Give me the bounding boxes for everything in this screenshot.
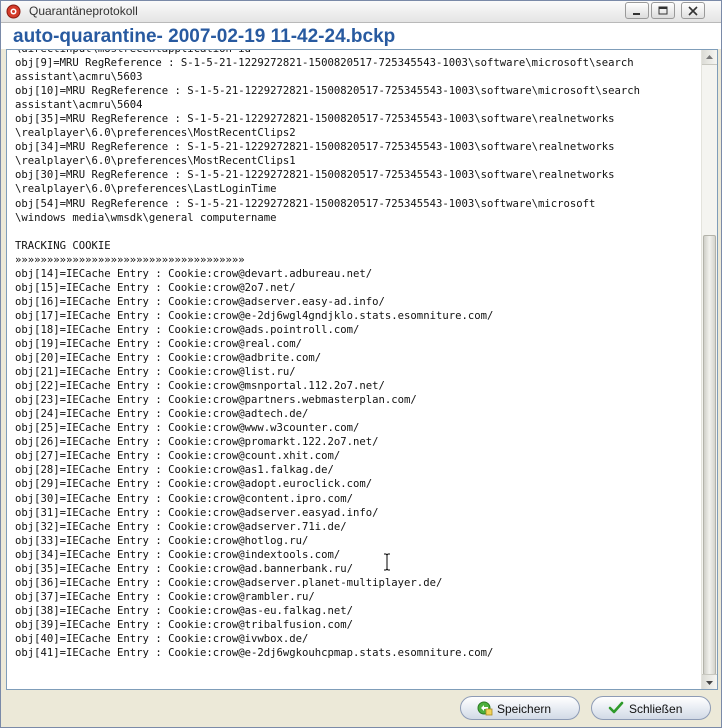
log-line: obj[20]=IECache Entry : Cookie:crow@adbr… (15, 352, 322, 365)
log-line: obj[36]=IECache Entry : Cookie:crow@adse… (15, 576, 443, 589)
log-line: \directinput\mostrecentapplication id (15, 49, 251, 55)
log-line: obj[41]=IECache Entry : Cookie:crow@e-2d… (15, 647, 494, 660)
text-cursor-icon (384, 553, 390, 571)
log-line: \realplayer\6.0\preferences\MostRecentCl… (15, 155, 296, 168)
document-title: auto-quarantine- 2007-02-19 11-42-24.bck… (13, 26, 396, 47)
minimize-icon (633, 13, 640, 15)
log-line: obj[16]=IECache Entry : Cookie:crow@adse… (15, 295, 385, 308)
log-line: obj[28]=IECache Entry : Cookie:crow@as1.… (15, 464, 334, 477)
log-line: obj[35]=MRU RegReference : S-1-5-21-1229… (15, 113, 615, 126)
log-line: obj[18]=IECache Entry : Cookie:crow@ads.… (15, 323, 360, 336)
log-line: obj[10]=MRU RegReference : S-1-5-21-1229… (15, 85, 641, 98)
log-line: \windows media\wmsdk\general computernam… (15, 211, 277, 224)
log-line: obj[26]=IECache Entry : Cookie:crow@prom… (15, 436, 379, 449)
scroll-up-arrow-icon (706, 55, 713, 59)
document-header: auto-quarantine- 2007-02-19 11-42-24.bck… (1, 23, 721, 49)
title-bar[interactable]: Quarantäneprotokoll (1, 1, 721, 23)
log-line: obj[30]=IECache Entry : Cookie:crow@cont… (15, 492, 354, 505)
save-button[interactable]: Speichern (460, 696, 580, 720)
log-line: obj[29]=IECache Entry : Cookie:crow@adop… (15, 478, 373, 491)
log-line: assistant\acmru\5604 (15, 99, 143, 112)
log-content[interactable]: \directinput\mostrecentapplication id ob… (15, 49, 703, 660)
log-line: obj[40]=IECache Entry : Cookie:crow@ivwb… (15, 632, 309, 645)
log-line: obj[25]=IECache Entry : Cookie:crow@www.… (15, 422, 360, 435)
close-button-label: Schließen (629, 702, 683, 716)
log-line: obj[15]=IECache Entry : Cookie:crow@2o7.… (15, 281, 296, 294)
close-window-button[interactable] (681, 2, 705, 19)
close-icon (688, 6, 698, 16)
log-line: obj[9]=MRU RegReference : S-1-5-21-12292… (15, 57, 634, 70)
minimize-button[interactable] (625, 2, 649, 19)
log-text-area[interactable]: \directinput\mostrecentapplication id ob… (6, 49, 718, 690)
maximize-button[interactable] (651, 2, 675, 19)
save-button-label: Speichern (497, 702, 552, 716)
window-title: Quarantäneprotokoll (29, 4, 138, 18)
log-line: obj[30]=MRU RegReference : S-1-5-21-1229… (15, 169, 615, 182)
log-line: obj[34]=IECache Entry : Cookie:crow@inde… (15, 548, 341, 561)
log-line: \realplayer\6.0\preferences\MostRecentCl… (15, 127, 296, 140)
save-icon (477, 701, 493, 716)
log-line: obj[54]=MRU RegReference : S-1-5-21-1229… (15, 197, 596, 210)
log-line: TRACKING COOKIE (15, 239, 111, 252)
log-line: obj[31]=IECache Entry : Cookie:crow@adse… (15, 506, 379, 519)
log-line: obj[22]=IECache Entry : Cookie:crow@msnp… (15, 380, 385, 393)
log-line: obj[23]=IECache Entry : Cookie:crow@part… (15, 394, 417, 407)
log-line: obj[32]=IECache Entry : Cookie:crow@adse… (15, 520, 347, 533)
scroll-up-button[interactable] (702, 50, 717, 65)
log-line: \realplayer\6.0\preferences\LastLoginTim… (15, 183, 277, 196)
scroll-down-arrow-icon (706, 681, 713, 685)
log-line: obj[35]=IECache Entry : Cookie:crow@ad.b… (15, 562, 354, 575)
log-line: obj[24]=IECache Entry : Cookie:crow@adte… (15, 408, 309, 421)
vertical-scrollbar[interactable] (701, 50, 717, 689)
log-line: obj[33]=IECache Entry : Cookie:crow@hotl… (15, 534, 309, 547)
log-line: obj[21]=IECache Entry : Cookie:crow@list… (15, 366, 296, 379)
log-line: obj[38]=IECache Entry : Cookie:crow@as-e… (15, 604, 354, 617)
log-line: »»»»»»»»»»»»»»»»»»»»»»»»»»»»»»»»»»»» (15, 253, 245, 266)
log-line: obj[37]=IECache Entry : Cookie:crow@ramb… (15, 590, 315, 603)
scroll-thumb[interactable] (703, 235, 716, 675)
scroll-down-button[interactable] (702, 674, 717, 689)
log-line: obj[19]=IECache Entry : Cookie:crow@real… (15, 337, 303, 350)
close-button[interactable]: Schließen (591, 696, 711, 720)
quarantine-icon (6, 4, 21, 19)
checkmark-icon (608, 701, 624, 714)
log-line: obj[17]=IECache Entry : Cookie:crow@e-2d… (15, 309, 494, 322)
quarantine-log-window: Quarantäneprotokoll auto-quarantine- 200… (0, 0, 722, 728)
log-line: obj[14]=IECache Entry : Cookie:crow@deva… (15, 267, 373, 280)
log-line: obj[39]=IECache Entry : Cookie:crow@trib… (15, 618, 354, 631)
maximize-icon (658, 6, 668, 15)
log-line: obj[27]=IECache Entry : Cookie:crow@coun… (15, 450, 341, 463)
log-line: obj[34]=MRU RegReference : S-1-5-21-1229… (15, 141, 615, 154)
log-line: assistant\acmru\5603 (15, 71, 143, 84)
